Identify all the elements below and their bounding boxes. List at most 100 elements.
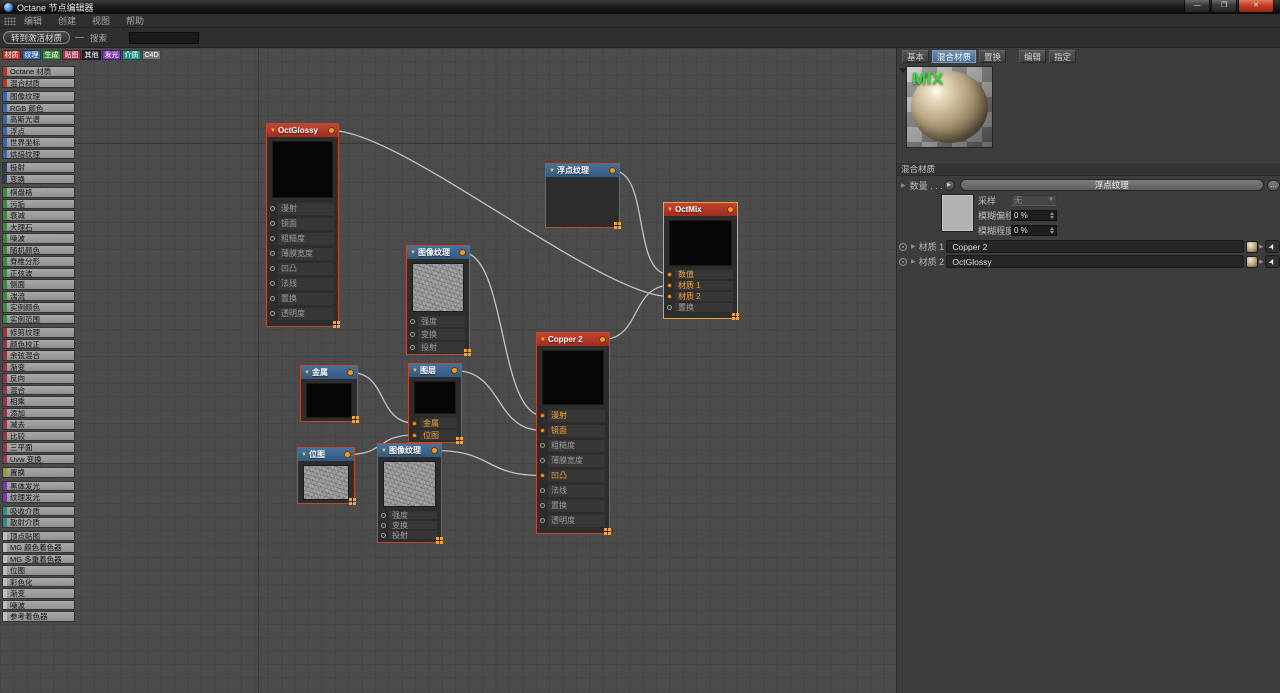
target-icon[interactable] [899, 257, 907, 266]
expand-triangle-icon[interactable]: ▶ [1259, 259, 1263, 265]
palette-item[interactable]: 噪波 [2, 233, 75, 244]
palette-tab-材质[interactable]: 材质 [2, 50, 21, 60]
palette-tab-其他[interactable]: 其他 [82, 50, 101, 60]
input-row-材质 2[interactable]: 材质 2 [664, 291, 737, 302]
palette-item[interactable]: 实例颜色 [2, 302, 75, 313]
node-header[interactable]: ▼ OctGlossy [267, 124, 338, 137]
resize-grip-icon[interactable] [436, 537, 439, 540]
pick-cursor-button[interactable]: ➤ [1265, 255, 1280, 268]
input-row-法线[interactable]: 法线 [267, 276, 338, 291]
input-port[interactable] [540, 443, 545, 448]
input-port[interactable] [270, 281, 275, 286]
node-header[interactable]: ▼ 金属 [301, 366, 357, 379]
palette-item[interactable]: 反向 [2, 373, 75, 384]
input-row-粗糙度[interactable]: 粗糙度 [267, 231, 338, 246]
node-bitmap[interactable]: ▼ 位图 [297, 447, 355, 504]
palette-item[interactable]: 混合 [2, 384, 75, 395]
input-port[interactable] [270, 266, 275, 271]
sampling-dropdown[interactable]: 无 ▼ [1011, 194, 1057, 206]
tab-混合材质[interactable]: 混合材质 [932, 50, 977, 63]
palette-item[interactable]: 散射介质 [2, 517, 75, 528]
palette-item[interactable]: 位图 [2, 565, 75, 576]
input-port[interactable] [381, 512, 386, 518]
palette-item[interactable]: Octane 材质 [2, 66, 75, 77]
output-port[interactable] [431, 447, 438, 454]
palette-item[interactable]: 顶点贴图 [2, 530, 75, 541]
expand-triangle-icon[interactable]: ▶ [911, 243, 916, 250]
palette-item[interactable]: MG 多重着色器 [2, 553, 75, 564]
search-input[interactable] [129, 31, 200, 44]
blur-offset-input[interactable]: 0 % [1011, 209, 1057, 221]
collapse-triangle-icon[interactable]: ▼ [540, 337, 546, 343]
menu-item-视图[interactable]: 视图 [92, 14, 110, 27]
node-metal[interactable]: ▼ 金属 [300, 365, 358, 422]
input-row-透明度[interactable]: 透明度 [267, 306, 338, 321]
palette-item[interactable]: 衰减 [2, 210, 75, 221]
palette-item[interactable]: 噪波 [2, 599, 75, 610]
output-port[interactable] [459, 249, 466, 256]
material-name-field[interactable]: OctGlossy [946, 255, 1245, 268]
input-port[interactable] [412, 420, 417, 426]
palette-item[interactable]: 相乘 [2, 396, 75, 407]
input-row-投射[interactable]: 投射 [378, 530, 441, 540]
stepper-icon[interactable] [1050, 211, 1054, 219]
collapse-triangle-icon[interactable]: ▼ [270, 128, 276, 134]
node-octglossy[interactable]: ▼ OctGlossy 漫射 镜面 粗糙度 薄膜宽度 凹凸 法线 置换 透明度 [266, 123, 339, 327]
expand-triangle-icon[interactable]: ▶ [911, 258, 916, 265]
input-row-粗糙度[interactable]: 粗糙度 [537, 438, 609, 453]
palette-item[interactable]: 图像纹理 [2, 91, 75, 102]
input-port[interactable] [270, 296, 275, 301]
palette-item[interactable]: 脊椎分形 [2, 256, 75, 267]
palette-item[interactable]: 吸收介质 [2, 505, 75, 516]
input-port[interactable] [270, 251, 275, 256]
input-row-漫射[interactable]: 漫射 [537, 408, 609, 423]
palette-item[interactable]: 污垢 [2, 198, 75, 209]
palette-item[interactable]: 减去 [2, 419, 75, 430]
input-port[interactable] [270, 206, 275, 211]
input-row-置换[interactable]: 置换 [537, 498, 609, 513]
input-row-数值[interactable]: 数值 [664, 269, 737, 280]
input-port[interactable] [412, 432, 417, 438]
collapse-triangle-icon[interactable]: ▼ [381, 448, 387, 454]
tab-指定[interactable]: 指定 [1049, 50, 1077, 63]
input-port[interactable] [270, 221, 275, 226]
menu-item-创建[interactable]: 创建 [58, 14, 76, 27]
node-graph-canvas[interactable]: ▼ OctGlossy 漫射 镜面 粗糙度 薄膜宽度 凹凸 法线 置换 透明度 ▼ 浮点纹理 ▼ OctM… [0, 48, 896, 693]
input-port[interactable] [381, 532, 386, 538]
palette-item[interactable]: 三平面 [2, 442, 75, 453]
expand-triangle-icon[interactable]: ▶ [1259, 244, 1263, 250]
palette-tab-介质[interactable]: 介质 [122, 50, 141, 60]
input-port[interactable] [270, 236, 275, 241]
input-port[interactable] [540, 458, 545, 463]
input-port[interactable] [410, 319, 415, 324]
goto-active-material-button[interactable]: 转到激活材质 [3, 31, 71, 44]
input-row-薄膜宽度[interactable]: 薄膜宽度 [267, 246, 338, 261]
input-port[interactable] [540, 413, 545, 418]
node-link-icon[interactable]: ▶ [943, 179, 955, 191]
resize-grip-icon[interactable] [464, 349, 467, 352]
palette-item[interactable]: 投射 [2, 162, 75, 173]
target-icon[interactable] [899, 242, 907, 251]
material-thumbnail[interactable] [1246, 240, 1259, 253]
resize-grip-icon[interactable] [352, 416, 355, 419]
palette-tab-生成[interactable]: 生成 [42, 50, 61, 60]
collapse-triangle-icon[interactable]: ▼ [667, 207, 673, 213]
output-port[interactable] [328, 127, 335, 134]
amount-texture-button[interactable]: 浮点纹理 [959, 179, 1265, 191]
menu-item-帮助[interactable]: 帮助 [126, 14, 144, 27]
input-row-法线[interactable]: 法线 [537, 483, 609, 498]
node-copper2[interactable]: ▼ Copper 2 漫射 镜面 粗糙度 薄膜宽度 凹凸 法线 置换 透明度 [536, 332, 610, 534]
palette-tab-贴图[interactable]: 贴图 [62, 50, 81, 60]
palette-item[interactable]: 侧面 [2, 279, 75, 290]
node-header[interactable]: ▼ 图像纹理 [378, 444, 441, 457]
resize-grip-icon[interactable] [333, 321, 336, 324]
palette-item[interactable]: 浮点 [2, 125, 75, 136]
palette-item[interactable]: 正弦波 [2, 267, 75, 278]
resize-grip-icon[interactable] [456, 437, 459, 440]
input-row-材质 1[interactable]: 材质 1 [664, 280, 737, 291]
tab-基本[interactable]: 基本 [902, 50, 930, 63]
resize-grip-icon[interactable] [604, 528, 607, 531]
node-header[interactable]: ▼ OctMix [664, 203, 737, 216]
palette-item[interactable]: 彩色化 [2, 576, 75, 587]
input-port[interactable] [667, 283, 672, 288]
